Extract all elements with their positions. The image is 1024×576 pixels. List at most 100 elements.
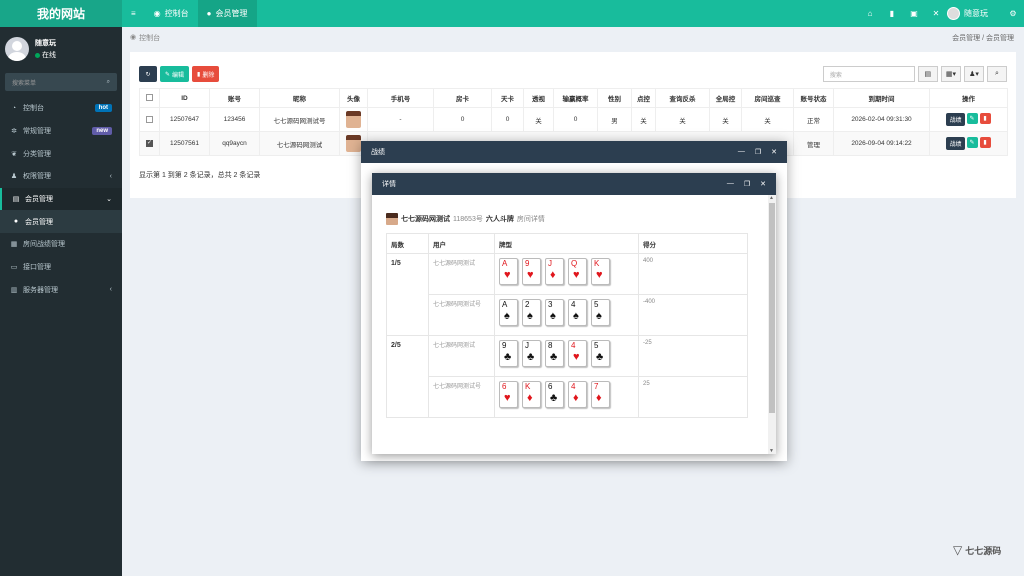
edit-button[interactable]: ✎ 编辑 [160, 66, 190, 82]
scroll-up-icon[interactable]: ▲ [769, 195, 774, 201]
trash-icon[interactable]: ▮ [881, 9, 903, 18]
breadcrumb-home[interactable]: 控制台 [139, 33, 160, 43]
records-button[interactable]: 战绩 [946, 137, 965, 150]
leaf-icon: ❦ [11, 150, 17, 158]
maximize-icon[interactable]: ❐ [744, 180, 750, 188]
avatar[interactable] [947, 7, 960, 20]
sidebar-item-member-manage[interactable]: ● 会员管理 [0, 210, 122, 234]
table-header-row: 局数 用户 牌型 得分 [386, 233, 748, 254]
close-icon[interactable]: ✕ [760, 180, 766, 188]
user-panel: 随意玩 在线 [0, 31, 122, 67]
round-row: 七七源码网测试号 A ♠ 2 ♠ 3 ♠ 4 ♠ 5 ♠ -400 [387, 294, 748, 336]
playing-card: J ♦ [545, 258, 564, 285]
card-hand: 6 ♥ K ♦ 6 ♣ 4 ♦ 7 ♦ [494, 376, 639, 418]
search-icon[interactable]: ⌕ [107, 79, 110, 86]
pagination-info: 显示第 1 到第 2 条记录，总共 2 条记录 [139, 172, 261, 179]
select-all-checkbox[interactable] [139, 88, 160, 108]
breadcrumb-item[interactable]: 会员管理 [952, 35, 980, 42]
scrollbar-thumb[interactable] [769, 203, 775, 413]
sidebar-item-api[interactable]: ▭ 接口管理 [0, 256, 122, 279]
card-rank: 4 [571, 341, 576, 350]
row-edit-button[interactable]: ✎ [966, 137, 978, 148]
card-hand: 9 ♣ J ♣ 8 ♣ 4 ♥ 5 ♣ [494, 335, 639, 377]
card-suit-icon: ♣ [527, 351, 535, 363]
sidebar-item-room-records[interactable]: ▦ 房间战绩管理 [0, 233, 122, 256]
avatar[interactable] [346, 111, 361, 128]
playing-card: 5 ♠ [591, 299, 610, 326]
tab-member[interactable]: ● 会员管理 [197, 0, 257, 27]
sidebar-item-category[interactable]: ❦ 分类管理 [0, 142, 122, 165]
dashboard-icon: ◉ [153, 9, 161, 18]
col-avatar[interactable]: 头像 [339, 88, 368, 108]
fullscreen-icon[interactable]: ✕ [925, 9, 947, 18]
card-suit-icon: ♦ [573, 392, 579, 404]
user-name[interactable]: 随意玩 [964, 8, 988, 19]
file-icon: ▭ [10, 264, 18, 272]
col-roomcard[interactable]: 房卡 [433, 88, 492, 108]
col-state[interactable]: 账号状态 [793, 88, 834, 108]
table-search-input[interactable]: 搜索 [822, 66, 915, 82]
col-phone[interactable]: 手机号 [367, 88, 434, 108]
row-edit-button[interactable]: ✎ [966, 113, 978, 124]
sidebar-search-input[interactable]: 搜索菜单 ⌕ [5, 73, 117, 91]
col-sex[interactable]: 性别 [597, 88, 632, 108]
col-prob[interactable]: 输赢概率 [553, 88, 598, 108]
close-icon[interactable]: ✕ [771, 148, 777, 156]
col-account[interactable]: 账号 [209, 88, 260, 108]
row-delete-button[interactable]: ▮ [979, 113, 991, 124]
language-icon[interactable]: ▣ [903, 9, 925, 18]
scroll-down-icon[interactable]: ▼ [769, 448, 774, 454]
sidebar-item-server[interactable]: ▥ 服务器管理 ‹ [0, 279, 122, 302]
playing-card: 3 ♠ [545, 299, 564, 326]
col-global[interactable]: 全局控 [709, 88, 742, 108]
sidebar-item-member[interactable]: ▤ 会员管理 ⌄ [0, 187, 122, 211]
cell-phone: - [367, 107, 434, 132]
avatar[interactable] [346, 135, 361, 152]
search-button[interactable]: ⌕ [987, 66, 1007, 82]
card-hand: A ♠ 2 ♠ 3 ♠ 4 ♠ 5 ♠ [494, 294, 639, 336]
card-suit-icon: ♦ [596, 392, 602, 404]
card-suit-icon: ♥ [527, 269, 534, 281]
export-button[interactable]: ♟▾ [964, 66, 984, 82]
minimize-icon[interactable]: — [727, 180, 734, 188]
delete-button[interactable]: ▮ 删除 [192, 66, 220, 82]
card-rank: 5 [594, 300, 599, 309]
app-logo[interactable]: 我的网站 [0, 0, 122, 27]
columns-button[interactable]: ▦▾ [940, 66, 961, 82]
col-patrol[interactable]: 房间巡查 [741, 88, 794, 108]
sidebar-item-general[interactable]: ✲ 常规管理 new [0, 120, 122, 143]
home-icon[interactable]: ⌂ [859, 9, 881, 18]
sidebar-item-label: 房间战绩管理 [23, 241, 65, 249]
col-ctrl[interactable]: 点控 [631, 88, 656, 108]
row-checkbox[interactable] [139, 131, 160, 156]
maximize-icon[interactable]: ❐ [755, 148, 761, 156]
col-see[interactable]: 透视 [523, 88, 554, 108]
modal-scrollbar[interactable]: ▲ ▼ [768, 195, 776, 454]
col-check[interactable]: 查询反杀 [655, 88, 710, 108]
tab-dashboard[interactable]: ◉ 控制台 [145, 0, 198, 27]
menu-toggle-button[interactable]: ≡ [122, 0, 145, 27]
row-checkbox[interactable] [139, 107, 160, 132]
col-daycard[interactable]: 天卡 [491, 88, 524, 108]
minimize-icon[interactable]: — [738, 148, 745, 156]
room-number: 118653号 [453, 216, 483, 223]
col-nick[interactable]: 昵称 [259, 88, 340, 108]
player-score: -25 [638, 335, 748, 377]
col-id[interactable]: ID [159, 88, 210, 108]
sidebar-item-dashboard[interactable]: ◔ 控制台 hot [0, 97, 122, 120]
row-delete-button[interactable]: ▮ [979, 137, 991, 148]
col-expire[interactable]: 到期时间 [833, 88, 930, 108]
details-body: 七七源码网测试 118653号 六人斗牌 房间详情 局数 用户 牌型 得分 1/… [372, 195, 768, 454]
modal-title: 战绩 [371, 149, 385, 156]
refresh-button[interactable]: ↻ [139, 66, 157, 82]
toggle-view-button[interactable]: ▤ [917, 66, 938, 82]
table-row[interactable]: 12507647 123456 七七源码网测试号 - 0 0 关 0 男 关 关… [139, 107, 1008, 132]
sidebar-user-name: 随意玩 [35, 40, 56, 47]
chevron-left-icon: ‹ [109, 172, 112, 180]
cell-avatar[interactable] [339, 107, 368, 132]
settings-icon[interactable]: ⚙ [1002, 9, 1024, 18]
sidebar-item-auth[interactable]: ♟ 权限管理 ‹ [0, 165, 122, 188]
records-button[interactable]: 战绩 [946, 113, 965, 126]
card-rank: 2 [525, 300, 530, 309]
playing-card: 4 ♦ [568, 381, 587, 408]
